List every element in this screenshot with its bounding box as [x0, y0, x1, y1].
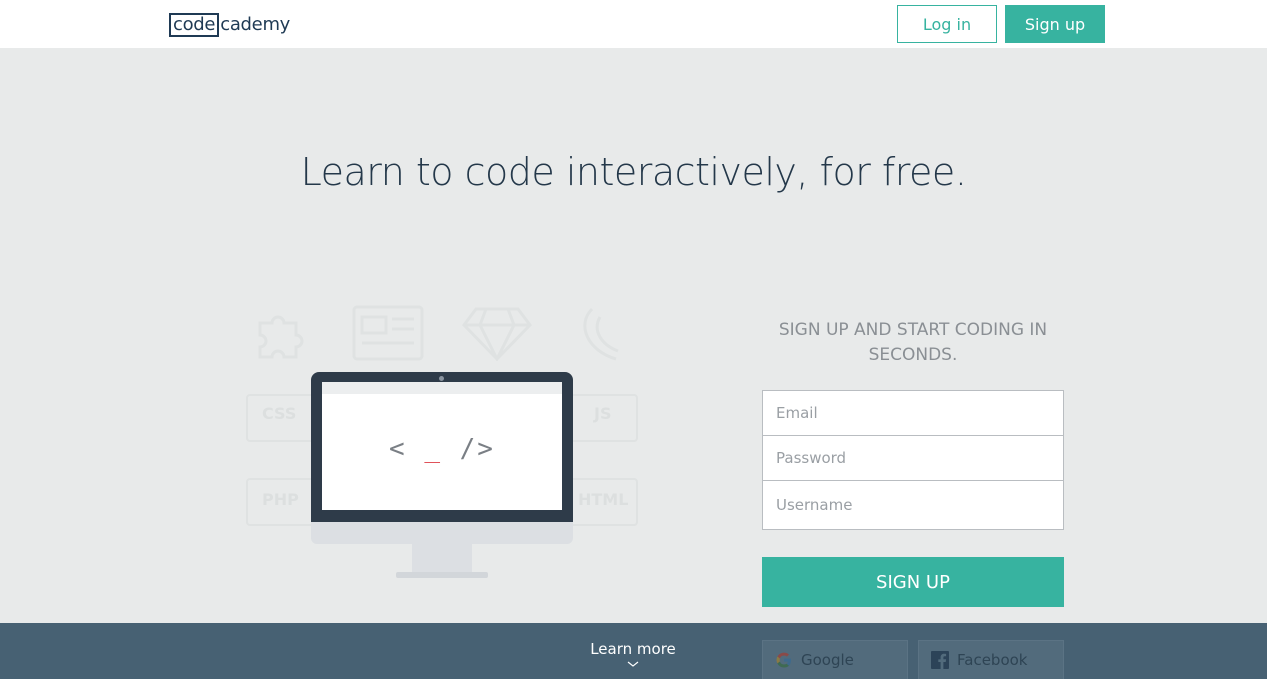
ghost-label-css: CSS	[262, 404, 297, 423]
google-icon	[775, 651, 793, 669]
ghost-label-html: HTML	[578, 490, 629, 509]
monitor-stand	[412, 544, 472, 574]
diamond-icon	[462, 307, 532, 361]
google-signup-button[interactable]: Google	[762, 640, 908, 679]
facebook-label: Facebook	[957, 651, 1028, 669]
facebook-signup-button[interactable]: Facebook	[918, 640, 1064, 679]
monitor-base	[396, 572, 488, 578]
chevron-down-icon[interactable]	[626, 660, 640, 668]
ghost-label-php: PHP	[262, 490, 299, 509]
logo-rest-text: cademy	[220, 14, 291, 35]
monitor-camera	[439, 376, 444, 381]
email-field[interactable]	[762, 390, 1064, 436]
monitor-frame: < _ />	[311, 372, 573, 522]
browser-window-icon	[352, 305, 424, 361]
login-button[interactable]: Log in	[897, 5, 997, 43]
monitor-chin	[311, 522, 573, 544]
signup-heading: SIGN UP AND START CODING IN SECONDS.	[778, 320, 1048, 365]
ghost-label-js: JS	[594, 404, 612, 423]
logo-boxed-text: code	[169, 12, 220, 37]
code-cursor: _	[424, 434, 442, 464]
learn-more-link[interactable]: Learn more	[560, 640, 706, 658]
username-field[interactable]	[762, 480, 1064, 530]
code-symbol: < _ />	[322, 434, 562, 464]
code-open: <	[389, 434, 425, 464]
hero-title: Learn to code interactively, for free.	[300, 150, 967, 194]
screen-topbar	[322, 382, 562, 394]
signup-header-button[interactable]: Sign up	[1005, 5, 1105, 43]
password-field[interactable]	[762, 435, 1064, 481]
puzzle-icon	[258, 315, 304, 359]
code-close: />	[442, 434, 495, 464]
top-nav: code cademy Log in Sign up	[0, 0, 1267, 48]
phone-curve-icon	[583, 307, 619, 361]
google-label: Google	[801, 651, 854, 669]
codecademy-logo[interactable]: code cademy	[169, 12, 290, 37]
signup-submit-button[interactable]: SIGN UP	[762, 557, 1064, 607]
monitor-screen: < _ />	[322, 382, 562, 510]
facebook-icon	[931, 651, 949, 669]
